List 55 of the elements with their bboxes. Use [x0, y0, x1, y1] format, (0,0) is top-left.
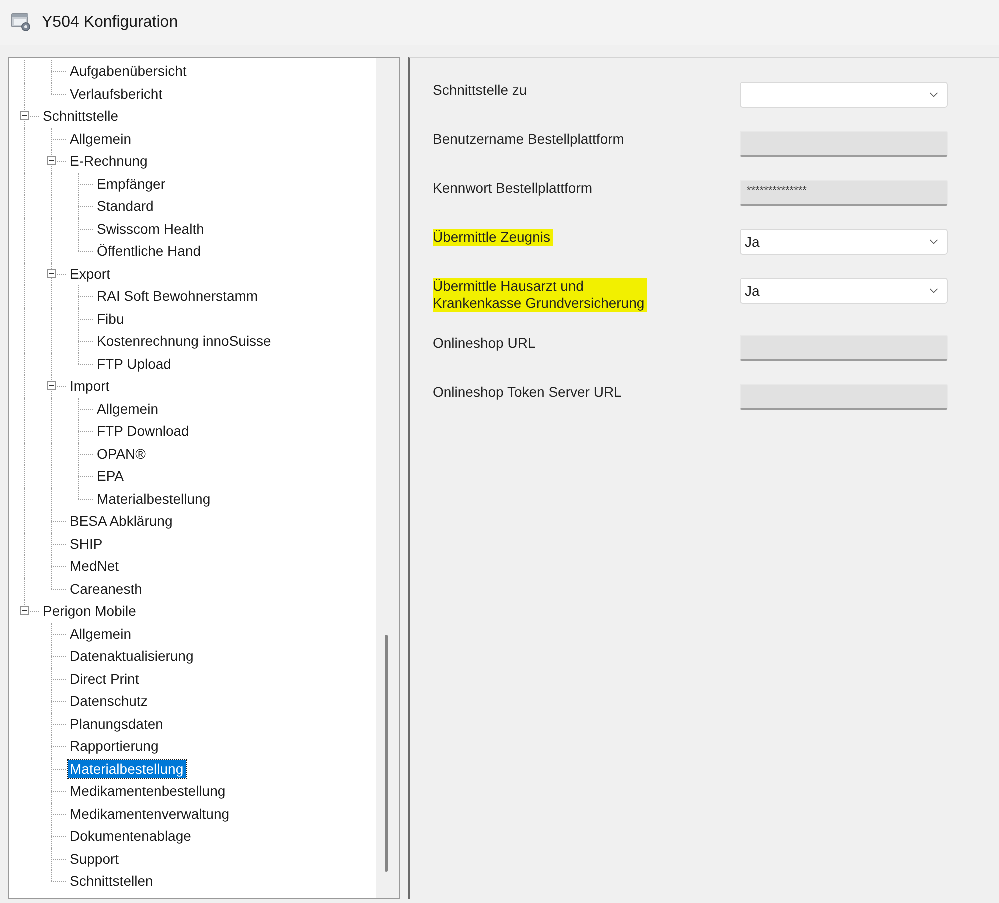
application-icon: [11, 13, 31, 32]
tree-item[interactable]: Materialbestellung: [95, 490, 213, 508]
tree-item[interactable]: Swisscom Health: [95, 220, 206, 238]
tree-item[interactable]: Empfänger: [95, 174, 168, 193]
tree-item[interactable]: Standard: [95, 197, 156, 216]
tree-item[interactable]: Planungsdaten: [68, 714, 166, 733]
tree-item[interactable]: RAI Soft Bewohnerstamm: [95, 287, 260, 306]
tree-item[interactable]: MedNet: [68, 557, 122, 576]
tree-item[interactable]: Kostenrechnung innoSuisse: [95, 332, 274, 350]
tree-item[interactable]: OPAN®: [95, 444, 148, 463]
tree-item[interactable]: Verlaufsbericht: [68, 84, 165, 103]
collapse-icon[interactable]: [47, 156, 56, 166]
tree-item[interactable]: Datenschutz: [68, 692, 150, 710]
scrollbar[interactable]: [376, 58, 399, 898]
dropdown[interactable]: Ja: [740, 278, 948, 304]
tree-item[interactable]: Dokumentenablage: [68, 827, 194, 846]
field-label: Übermittle Hausarzt und Krankenkasse Grundversicherung: [433, 278, 647, 312]
tree-item[interactable]: E-Rechnung: [68, 152, 150, 170]
field-label: Benutzername Bestellplattform: [433, 131, 626, 148]
collapse-icon[interactable]: [47, 269, 56, 278]
tree-item[interactable]: EPA: [95, 467, 126, 486]
tree-item[interactable]: Fibu: [95, 310, 126, 328]
tree-item[interactable]: Schnittstelle: [41, 107, 120, 126]
tree-item[interactable]: Medikamentenbestellung: [68, 782, 228, 800]
tree-item[interactable]: Medikamentenverwaltung: [68, 804, 232, 823]
tree-item[interactable]: BESA Abklärung: [68, 512, 175, 530]
tree-item[interactable]: Allgemein: [68, 624, 134, 643]
tree-item[interactable]: Allgemein: [68, 130, 134, 148]
tree-item[interactable]: Import: [68, 377, 112, 396]
tree-item[interactable]: Careanesth: [68, 580, 144, 598]
collapse-icon[interactable]: [20, 112, 29, 121]
scrollbar-thumb[interactable]: [385, 635, 388, 872]
collapse-icon[interactable]: [47, 382, 56, 391]
tree-item[interactable]: FTP Download: [95, 422, 192, 440]
field-label: Schnittstelle zu: [433, 82, 528, 99]
tree-item[interactable]: Allgemein: [95, 400, 160, 418]
tree-item[interactable]: Perigon Mobile: [41, 602, 138, 620]
field-label: Kennwort Bestellplattform: [433, 180, 594, 197]
tree-item[interactable]: Datenaktualisierung: [68, 647, 196, 666]
window-title: Y504 Konfiguration: [42, 12, 178, 32]
tree-item[interactable]: Rapportierung: [68, 737, 161, 756]
field-label: Onlineshop Token Server URL: [433, 384, 623, 401]
tree-item[interactable]: Export: [68, 264, 112, 283]
field-label: Onlineshop URL: [433, 335, 537, 352]
tree-item[interactable]: Materialbestellung: [68, 760, 186, 778]
tree-item[interactable]: SHIP: [68, 534, 105, 553]
tree-item[interactable]: Aufgabenübersicht: [68, 62, 189, 80]
tree-item[interactable]: Schnittstellen: [68, 872, 156, 890]
tree-item[interactable]: Öffentliche Hand: [95, 242, 204, 260]
collapse-icon[interactable]: [20, 606, 29, 616]
tree-item[interactable]: FTP Upload: [95, 354, 174, 373]
field-label: Übermittle Zeugnis: [433, 229, 552, 246]
tree-item[interactable]: Support: [68, 850, 122, 868]
tree-item[interactable]: Direct Print: [68, 670, 142, 688]
dropdown[interactable]: Ja: [740, 229, 948, 255]
